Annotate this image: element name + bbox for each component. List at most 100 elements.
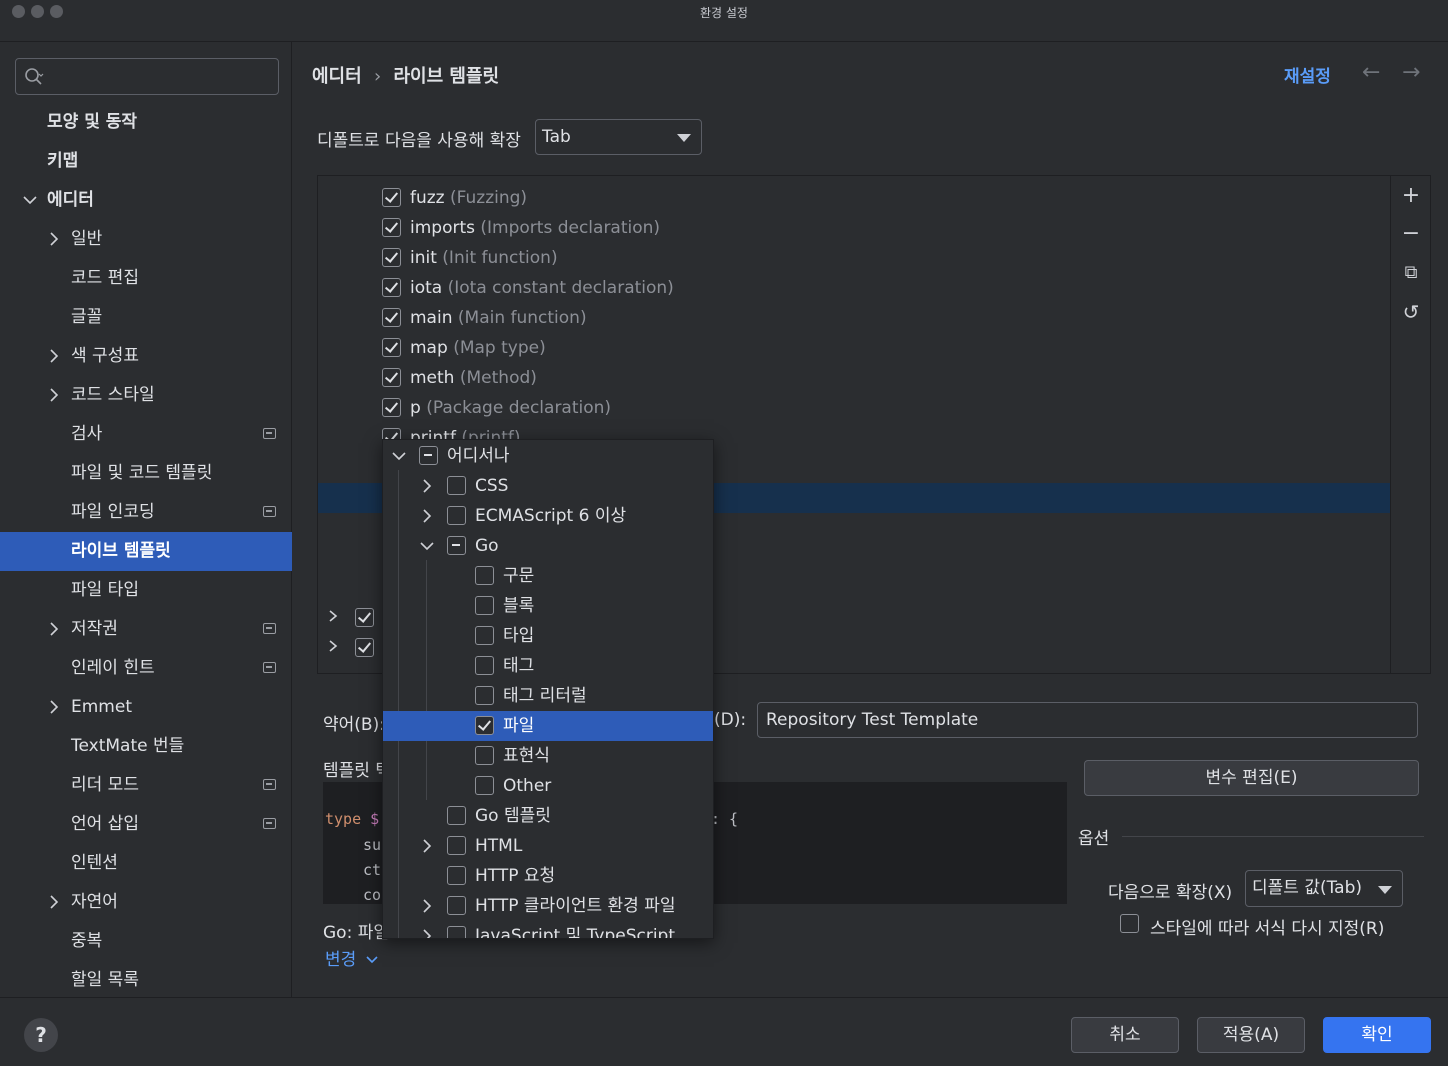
context-checkbox[interactable] <box>475 656 494 675</box>
template-row[interactable]: meth (Method) <box>382 363 1282 393</box>
template-row[interactable]: p (Package declaration) <box>382 393 1282 423</box>
chevron-right-icon[interactable] <box>419 831 435 861</box>
context-item[interactable]: 태그 리터럴 <box>383 681 713 711</box>
chevron-right-icon[interactable] <box>46 610 62 649</box>
sidebar-item[interactable]: 인레이 힌트 <box>0 649 292 688</box>
context-item[interactable]: JavaScript 및 TypeScript <box>383 921 713 939</box>
chevron-right-icon[interactable] <box>46 337 62 376</box>
context-checkbox[interactable] <box>447 866 466 885</box>
context-checkbox[interactable] <box>447 836 466 855</box>
reset-button[interactable]: 재설정 <box>1284 62 1331 87</box>
apply-button[interactable]: 적용(A) <box>1197 1017 1305 1053</box>
sidebar-item[interactable]: 파일 및 코드 템플릿 <box>0 454 292 493</box>
context-checkbox[interactable] <box>475 716 494 735</box>
chevron-right-icon[interactable] <box>327 639 339 653</box>
template-row[interactable]: iota (Iota constant declaration) <box>382 273 1282 303</box>
context-item[interactable]: HTML <box>383 831 713 861</box>
context-popup[interactable]: 어디서나 CSS ECMAScript 6 이상 Go 구문 블록 타입 태그 태그 리터럴 파일… <box>382 439 714 939</box>
description-field[interactable]: Repository Test Template <box>757 702 1418 738</box>
chevron-right-icon[interactable] <box>419 471 435 501</box>
change-context-link[interactable]: 변경 <box>325 945 378 970</box>
template-row[interactable]: imports (Imports declaration) <box>382 213 1282 243</box>
context-checkbox[interactable] <box>475 686 494 705</box>
expand-with-option-dropdown[interactable]: 디폴트 값(Tab) <box>1245 870 1403 907</box>
group-checkbox[interactable] <box>355 638 374 657</box>
sidebar-item[interactable]: 색 구성표 <box>0 337 292 376</box>
sidebar-item[interactable]: 키맵 <box>0 142 292 181</box>
context-item[interactable]: 어디서나 <box>383 441 713 471</box>
copy-icon[interactable]: ⧉ <box>1399 261 1423 285</box>
template-checkbox[interactable] <box>382 398 401 417</box>
context-item[interactable]: 파일 <box>383 711 713 741</box>
remove-icon[interactable]: − <box>1399 222 1423 246</box>
edit-variables-button[interactable]: 변수 편집(E) <box>1084 760 1419 796</box>
template-checkbox[interactable] <box>382 248 401 267</box>
add-icon[interactable]: + <box>1399 184 1423 208</box>
template-row[interactable]: init (Init function) <box>382 243 1282 273</box>
sidebar-item[interactable]: Emmet <box>0 688 292 727</box>
sidebar-item[interactable]: 할일 목록 <box>0 961 292 1000</box>
context-item[interactable]: CSS <box>383 471 713 501</box>
context-item[interactable]: 구문 <box>383 561 713 591</box>
template-row[interactable]: fuzz (Fuzzing) <box>382 183 1282 213</box>
sidebar-item[interactable]: 검사 <box>0 415 292 454</box>
reformat-checkbox[interactable] <box>1120 914 1139 933</box>
context-checkbox[interactable] <box>475 566 494 585</box>
context-item[interactable]: Other <box>383 771 713 801</box>
context-checkbox[interactable] <box>447 476 466 495</box>
context-checkbox[interactable] <box>419 446 438 465</box>
sidebar-item[interactable]: 파일 타입 <box>0 571 292 610</box>
sidebar-item[interactable]: 자연어 <box>0 883 292 922</box>
sidebar-item[interactable]: 라이브 템플릿 <box>0 532 292 571</box>
template-checkbox[interactable] <box>382 368 401 387</box>
template-checkbox[interactable] <box>382 188 401 207</box>
chevron-right-icon[interactable] <box>46 688 62 727</box>
context-checkbox[interactable] <box>475 746 494 765</box>
context-checkbox[interactable] <box>447 896 466 915</box>
sidebar-item[interactable]: 중복 <box>0 922 292 961</box>
sidebar-item[interactable]: 파일 인코딩 <box>0 493 292 532</box>
template-checkbox[interactable] <box>382 338 401 357</box>
context-item[interactable]: 타입 <box>383 621 713 651</box>
chevron-right-icon[interactable] <box>419 891 435 921</box>
cancel-button[interactable]: 취소 <box>1071 1017 1179 1053</box>
context-item[interactable]: ECMAScript 6 이상 <box>383 501 713 531</box>
context-checkbox[interactable] <box>447 926 466 938</box>
sidebar-item[interactable]: 에디터 <box>0 181 292 220</box>
search-input[interactable] <box>15 58 279 95</box>
chevron-right-icon[interactable] <box>419 501 435 531</box>
template-row[interactable]: map (Map type) <box>382 333 1282 363</box>
context-checkbox[interactable] <box>447 806 466 825</box>
forward-arrow-icon[interactable]: → <box>1402 60 1420 85</box>
chevron-right-icon[interactable] <box>46 220 62 259</box>
context-checkbox[interactable] <box>447 536 466 555</box>
context-item[interactable]: HTTP 클라이언트 환경 파일 <box>383 891 713 921</box>
context-checkbox[interactable] <box>447 506 466 525</box>
expand-key-dropdown[interactable]: Tab <box>535 119 702 155</box>
undo-icon[interactable]: ↺ <box>1399 300 1423 324</box>
back-arrow-icon[interactable]: ← <box>1362 60 1380 85</box>
chevron-right-icon[interactable] <box>419 921 435 939</box>
sidebar-item[interactable]: 리더 모드 <box>0 766 292 805</box>
context-checkbox[interactable] <box>475 596 494 615</box>
ok-button[interactable]: 확인 <box>1323 1017 1431 1053</box>
group-checkbox[interactable] <box>355 608 374 627</box>
context-checkbox[interactable] <box>475 776 494 795</box>
context-item[interactable]: 표현식 <box>383 741 713 771</box>
help-button[interactable]: ? <box>24 1018 58 1052</box>
template-checkbox[interactable] <box>382 218 401 237</box>
sidebar-item[interactable]: 코드 스타일 <box>0 376 292 415</box>
chevron-down-icon[interactable] <box>419 531 435 561</box>
chevron-right-icon[interactable] <box>46 883 62 922</box>
sidebar-item[interactable]: 언어 삽입 <box>0 805 292 844</box>
sidebar-item[interactable]: 코드 편집 <box>0 259 292 298</box>
context-item[interactable]: HTTP 요청 <box>383 861 713 891</box>
template-checkbox[interactable] <box>382 278 401 297</box>
context-item[interactable]: Go 템플릿 <box>383 801 713 831</box>
context-item[interactable]: 태그 <box>383 651 713 681</box>
context-item[interactable]: Go <box>383 531 713 561</box>
sidebar-item[interactable]: TextMate 번들 <box>0 727 292 766</box>
sidebar-item[interactable]: 저작권 <box>0 610 292 649</box>
chevron-down-icon[interactable] <box>391 441 407 471</box>
sidebar-item[interactable]: 글꼴 <box>0 298 292 337</box>
